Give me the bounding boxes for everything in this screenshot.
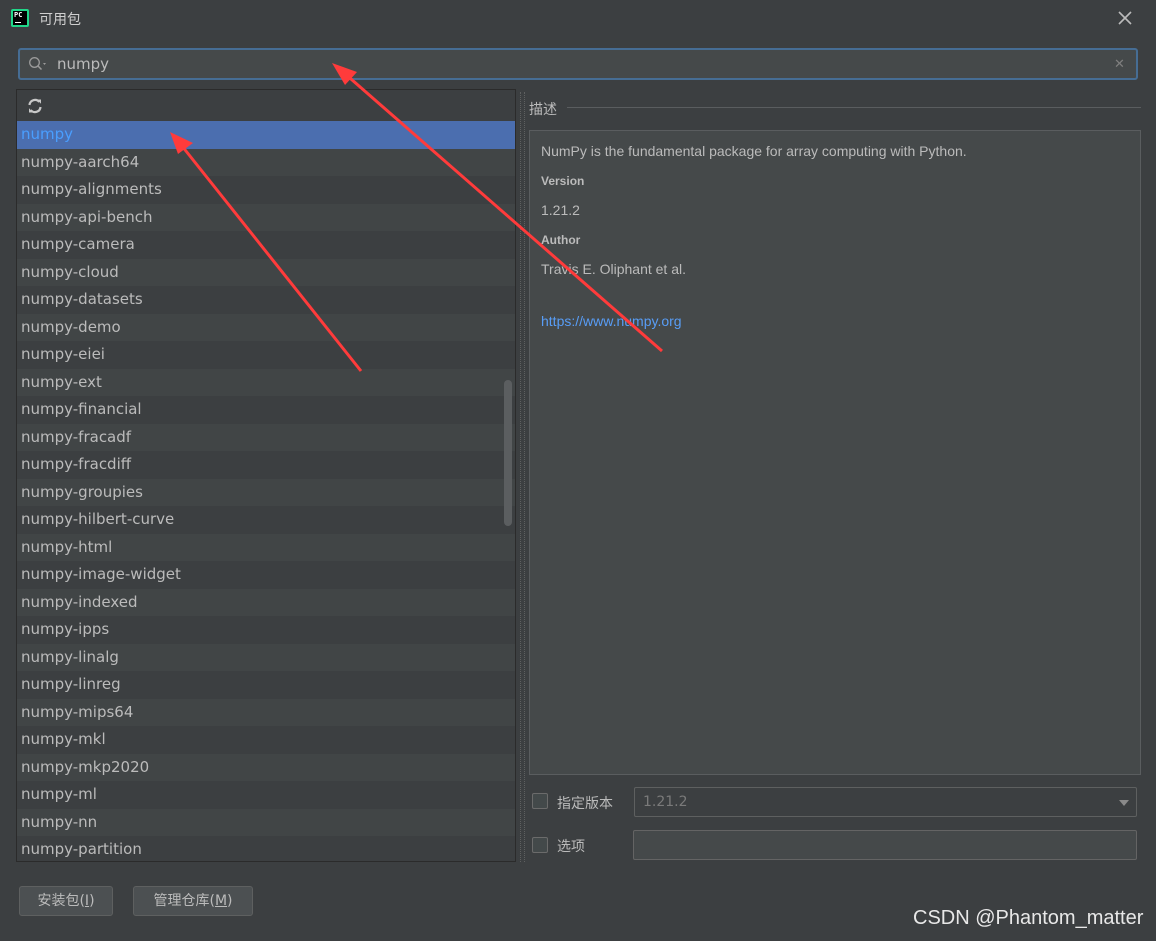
- list-scrollbar[interactable]: [504, 380, 512, 526]
- package-item[interactable]: numpy-alignments: [17, 176, 515, 204]
- description-divider: [567, 107, 1141, 108]
- package-item[interactable]: numpy-html: [17, 533, 515, 561]
- author-heading: Author: [541, 233, 581, 247]
- options-input[interactable]: [633, 830, 1137, 860]
- package-item[interactable]: numpy-image-widget: [17, 561, 515, 589]
- search-input[interactable]: [57, 50, 1097, 78]
- clear-search-icon[interactable]: ✕: [1114, 57, 1125, 72]
- package-item[interactable]: numpy-ext: [17, 368, 515, 396]
- package-summary: NumPy is the fundamental package for arr…: [541, 143, 967, 159]
- panel-splitter[interactable]: [520, 92, 525, 862]
- version-heading: Version: [541, 174, 585, 188]
- window-title: 可用包: [39, 12, 81, 28]
- package-item[interactable]: numpy-fracadf: [17, 423, 515, 451]
- chevron-down-icon[interactable]: [1119, 800, 1129, 806]
- package-item[interactable]: numpy-linreg: [17, 671, 515, 699]
- package-item[interactable]: numpy-demo: [17, 313, 515, 341]
- search-icon[interactable]: [28, 56, 50, 76]
- homepage-link[interactable]: https://www.numpy.org: [541, 313, 682, 329]
- package-item[interactable]: numpy-camera: [17, 231, 515, 259]
- close-icon[interactable]: [1115, 8, 1135, 28]
- package-item[interactable]: numpy-fracdiff: [17, 451, 515, 479]
- manage-repositories-button[interactable]: 管理仓库(M): [133, 886, 253, 916]
- package-item[interactable]: numpy-mips64: [17, 698, 515, 726]
- package-item[interactable]: numpy-partition: [17, 836, 515, 861]
- description-panel: NumPy is the fundamental package for arr…: [529, 130, 1141, 775]
- version-value: 1.21.2: [541, 202, 580, 218]
- package-item[interactable]: numpy-aarch64: [17, 148, 515, 176]
- package-list: numpy numpy-aarch64 numpy-alignments numpy-…: [17, 121, 515, 861]
- description-label: 描述: [529, 102, 557, 118]
- package-item[interactable]: numpy-datasets: [17, 286, 515, 314]
- package-item[interactable]: numpy-cloud: [17, 258, 515, 286]
- specify-version-label: 指定版本: [557, 796, 613, 812]
- package-item[interactable]: numpy-hilbert-curve: [17, 506, 515, 534]
- package-item[interactable]: numpy-nn: [17, 808, 515, 836]
- version-select[interactable]: 1.21.2: [634, 787, 1137, 817]
- package-item[interactable]: numpy-mkl: [17, 726, 515, 754]
- package-item[interactable]: numpy-indexed: [17, 588, 515, 616]
- list-toolbar: [17, 90, 515, 120]
- package-item[interactable]: numpy-linalg: [17, 643, 515, 671]
- version-select-value: 1.21.2: [643, 794, 688, 810]
- package-item[interactable]: numpy-groupies: [17, 478, 515, 506]
- pycharm-icon: PC: [11, 9, 29, 27]
- options-label: 选项: [557, 839, 585, 855]
- install-package-button[interactable]: 安装包(I): [19, 886, 113, 916]
- package-item[interactable]: numpy-ml: [17, 781, 515, 809]
- title-bar: PC 可用包: [0, 0, 1156, 38]
- options-checkbox[interactable]: [532, 837, 548, 853]
- watermark: CSDN @Phantom_matter: [913, 907, 1144, 929]
- specify-version-checkbox[interactable]: [532, 793, 548, 809]
- author-value: Travis E. Oliphant et al.: [541, 261, 686, 277]
- package-item[interactable]: numpy-eiei: [17, 341, 515, 369]
- package-item[interactable]: numpy-ipps: [17, 616, 515, 644]
- package-list-panel: numpy numpy-aarch64 numpy-alignments numpy-…: [16, 89, 516, 862]
- package-item[interactable]: numpy-api-bench: [17, 203, 515, 231]
- refresh-icon[interactable]: [26, 97, 44, 119]
- search-box[interactable]: ✕: [18, 48, 1138, 80]
- package-item[interactable]: numpy-mkp2020: [17, 753, 515, 781]
- package-item[interactable]: numpy: [17, 121, 515, 149]
- package-item[interactable]: numpy-financial: [17, 396, 515, 424]
